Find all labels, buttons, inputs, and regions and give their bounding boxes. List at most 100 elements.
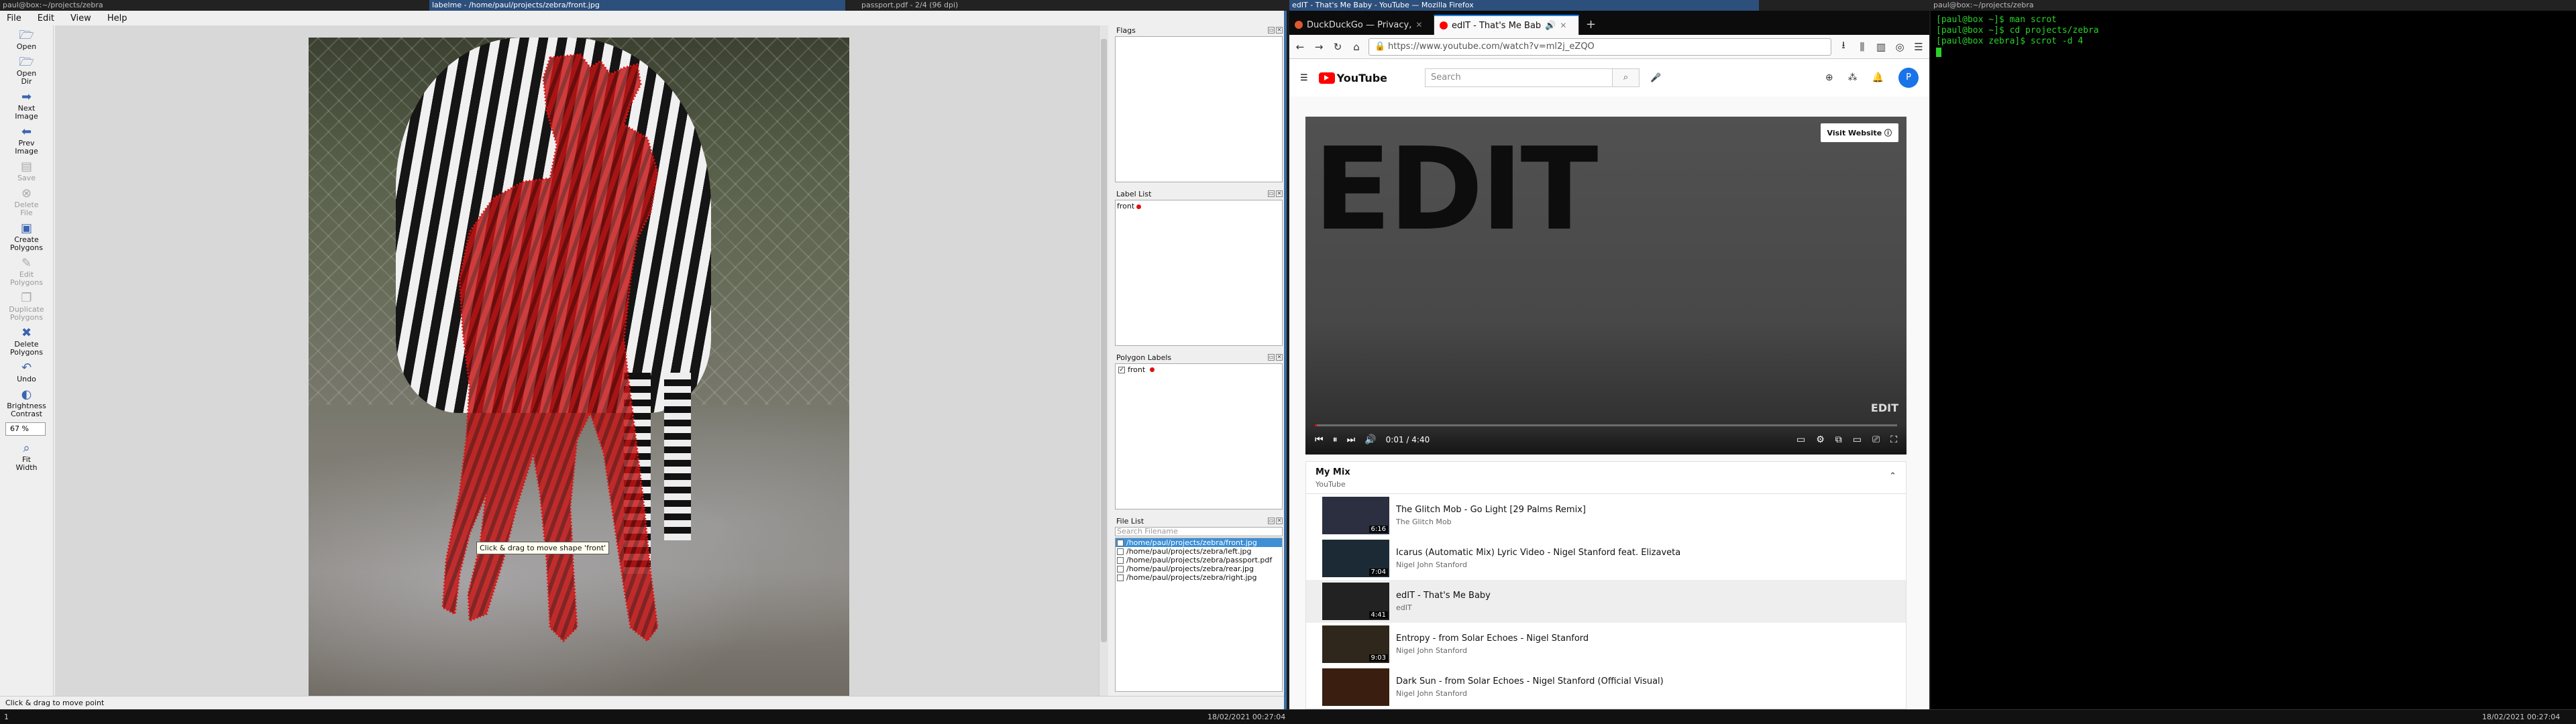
file-list-item[interactable]: /home/paul/projects/zebra/right.jpg <box>1116 573 1282 582</box>
polygon-labels-list[interactable]: ✓ front <box>1115 363 1283 509</box>
file-list-item[interactable]: /home/paul/projects/zebra/passport.pdf <box>1116 556 1282 564</box>
file-list-item[interactable]: /home/paul/projects/zebra/rear.jpg <box>1116 564 1282 573</box>
label-list[interactable]: front <box>1115 200 1283 346</box>
menu-edit[interactable]: Edit <box>35 12 57 25</box>
playlist-item[interactable]: 9:03 Entropy - from Solar Echoes - Nigel … <box>1306 623 1906 666</box>
menu-file[interactable]: File <box>4 12 24 25</box>
tool-edit-polygons[interactable]: ✎ Edit Polygons <box>0 253 53 288</box>
audio-icon[interactable]: 🔊 <box>1545 21 1556 31</box>
settings-icon[interactable]: ⚙ <box>1816 434 1825 445</box>
canvas-scrollbar[interactable] <box>1099 25 1108 696</box>
labelme-title[interactable]: labelme - /home/paul/projects/zebra/fron… <box>429 0 845 11</box>
extension-icon[interactable]: ◎ <box>1893 41 1907 53</box>
forward-icon[interactable]: → <box>1312 41 1326 53</box>
avatar[interactable]: P <box>1898 68 1919 88</box>
volume-icon[interactable]: 🔊 <box>1364 434 1376 445</box>
apps-icon[interactable]: ⁂ <box>1848 72 1858 83</box>
file-checkbox[interactable] <box>1117 574 1124 581</box>
playlist-item[interactable]: 7:04 Icarus (Automatic Mix) Lyric Video -… <box>1306 537 1906 580</box>
tool-delete-polygons[interactable]: ✖ Delete Polygons <box>0 323 53 358</box>
next-icon[interactable]: ⏭ <box>1347 434 1356 445</box>
visit-website-button[interactable]: Visit Website ⓘ <box>1820 123 1898 142</box>
video-player[interactable]: EDIT Visit Website ⓘ EDIT ⏮ ⏸ ⏭ 🔊 0:01 /… <box>1305 117 1907 455</box>
dock-float-icon[interactable]: ▭ <box>1268 190 1275 197</box>
theater-icon[interactable]: ▭ <box>1853 434 1862 445</box>
dock-float-icon[interactable]: ▭ <box>1268 27 1275 34</box>
reload-icon[interactable]: ↻ <box>1331 41 1344 53</box>
new-tab-button[interactable]: + <box>1579 15 1603 35</box>
image-canvas[interactable]: Click & drag to move shape 'front' <box>55 25 1108 705</box>
file-checkbox[interactable] <box>1117 556 1124 564</box>
mic-icon[interactable]: 🎤 <box>1650 73 1661 83</box>
tool-delete-file[interactable]: ⊗ Delete File <box>0 184 53 219</box>
subtitles-icon[interactable]: ▭ <box>1796 434 1805 445</box>
tool-prev-image[interactable]: ⬅ Prev Image <box>0 122 53 157</box>
home-icon[interactable]: ⌂ <box>1350 41 1363 53</box>
pdf-title[interactable]: passport.pdf - 2/4 (96 dpi) <box>859 0 1060 11</box>
tab-youtube[interactable]: edIT - That's Me Bab 🔊 ✕ <box>1434 15 1579 35</box>
fullscreen-icon[interactable]: ⛶ <box>1890 434 1897 445</box>
firefox-title[interactable]: edIT - That's Me Baby - YouTube — Mozill… <box>1289 0 1759 11</box>
terminal-line: [paul@box ~]$ man scrot <box>1936 15 2057 25</box>
create-video-icon[interactable]: ⊕ <box>1825 72 1833 83</box>
polygon-visible-checkbox[interactable]: ✓ <box>1118 366 1125 373</box>
polygon-label-item[interactable]: ✓ front <box>1117 365 1281 374</box>
file-checkbox[interactable]: ✓ <box>1117 539 1124 546</box>
dock-close-icon[interactable]: ✕ <box>1276 354 1283 361</box>
chevron-up-icon[interactable]: ⌃ <box>1889 471 1896 481</box>
tool-save[interactable]: ▤ Save <box>0 157 53 184</box>
tool-create-polygons[interactable]: ▣ Create Polygons <box>0 219 53 253</box>
pause-icon[interactable]: ⏸ <box>1333 434 1338 445</box>
tab-duckduckgo[interactable]: DuckDuckGo — Privacy, ✕ <box>1289 15 1434 35</box>
miniplayer-icon[interactable]: ⧉ <box>1835 434 1842 445</box>
fit-width-button[interactable]: ⌕ Fit Width <box>0 438 53 473</box>
previous-icon[interactable]: ⏮ <box>1315 434 1324 445</box>
terminal-title[interactable]: paul@box:~/projects/zebra <box>1931 0 2199 11</box>
file-checkbox[interactable] <box>1117 548 1124 555</box>
dock-float-icon[interactable]: ▭ <box>1268 518 1275 524</box>
zoom-input[interactable]: 67 % <box>5 422 46 436</box>
polygon-overlay[interactable] <box>309 38 849 705</box>
search-icon[interactable]: ⌕ <box>1613 68 1640 87</box>
tool-brightness-contrast[interactable]: ◐ Brightness Contrast <box>0 385 53 420</box>
terminal-window[interactable]: [paul@box ~]$ man scrot [paul@box ~]$ cd … <box>1931 11 2576 709</box>
menu-icon[interactable]: ☰ <box>1912 41 1925 53</box>
file-list[interactable]: ✓/home/paul/projects/zebra/front.jpg/hom… <box>1115 538 1283 692</box>
file-list-item[interactable]: ✓/home/paul/projects/zebra/front.jpg <box>1116 538 1282 547</box>
playlist-item[interactable]: Dark Sun - from Solar Echoes - Nigel Sta… <box>1306 666 1906 709</box>
playlist-item[interactable]: 6:16 The Glitch Mob - Go Light [29 Palms … <box>1306 494 1906 537</box>
hamburger-icon[interactable]: ☰ <box>1300 73 1308 83</box>
notifications-icon[interactable]: 🔔 <box>1872 72 1884 83</box>
youtube-page: ☰ YouTube Search ⌕ 🎤 ⊕ ⁂ 🔔 P EDIT Visit … <box>1289 59 1929 709</box>
back-icon[interactable]: ← <box>1293 41 1307 53</box>
close-tab-icon[interactable]: ✕ <box>1560 21 1566 30</box>
playlist-item[interactable]: 4:41 edIT - That's Me Baby edIT <box>1306 580 1906 623</box>
menu-help[interactable]: Help <box>105 12 130 25</box>
file-checkbox[interactable] <box>1117 565 1124 572</box>
dock-close-icon[interactable]: ✕ <box>1276 27 1283 34</box>
tool-next-image[interactable]: ➡ Next Image <box>0 87 53 122</box>
dock-close-icon[interactable]: ✕ <box>1276 518 1283 524</box>
workspace-indicator[interactable]: 1 <box>4 710 9 724</box>
dock-float-icon[interactable]: ▭ <box>1268 354 1275 361</box>
menu-view[interactable]: View <box>68 12 94 25</box>
dock-close-icon[interactable]: ✕ <box>1276 190 1283 197</box>
flags-list[interactable] <box>1115 36 1283 182</box>
tool-open[interactable]: 🗁 Open <box>0 25 53 52</box>
close-tab-icon[interactable]: ✕ <box>1415 20 1422 29</box>
tool-open-dir[interactable]: 🗁 Open Dir <box>0 52 53 87</box>
tool-duplicate-polygons[interactable]: ❐ Duplicate Polygons <box>0 288 53 323</box>
sidebar-icon[interactable]: ▥ <box>1874 41 1888 53</box>
file-search-input[interactable]: Search Filename <box>1115 527 1283 536</box>
tool-undo[interactable]: ↶ Undo <box>0 358 53 385</box>
scrollbar-thumb[interactable] <box>1101 39 1107 642</box>
url-bar[interactable]: 🔒 https://www.youtube.com/watch?v=ml2j_eZ… <box>1368 38 1831 56</box>
label-list-item[interactable]: front <box>1117 202 1281 210</box>
cast-icon[interactable]: ⎚ <box>1872 434 1880 445</box>
file-list-item[interactable]: /home/paul/projects/zebra/left.jpg <box>1116 547 1282 556</box>
downloads-icon[interactable]: ⭳ <box>1837 38 1850 55</box>
youtube-logo[interactable]: YouTube <box>1318 72 1387 84</box>
library-icon[interactable]: ⫼ <box>1856 41 1869 53</box>
mix-header[interactable]: My Mix YouTube ⌃ <box>1306 462 1906 494</box>
youtube-search-input[interactable]: Search <box>1425 68 1613 87</box>
